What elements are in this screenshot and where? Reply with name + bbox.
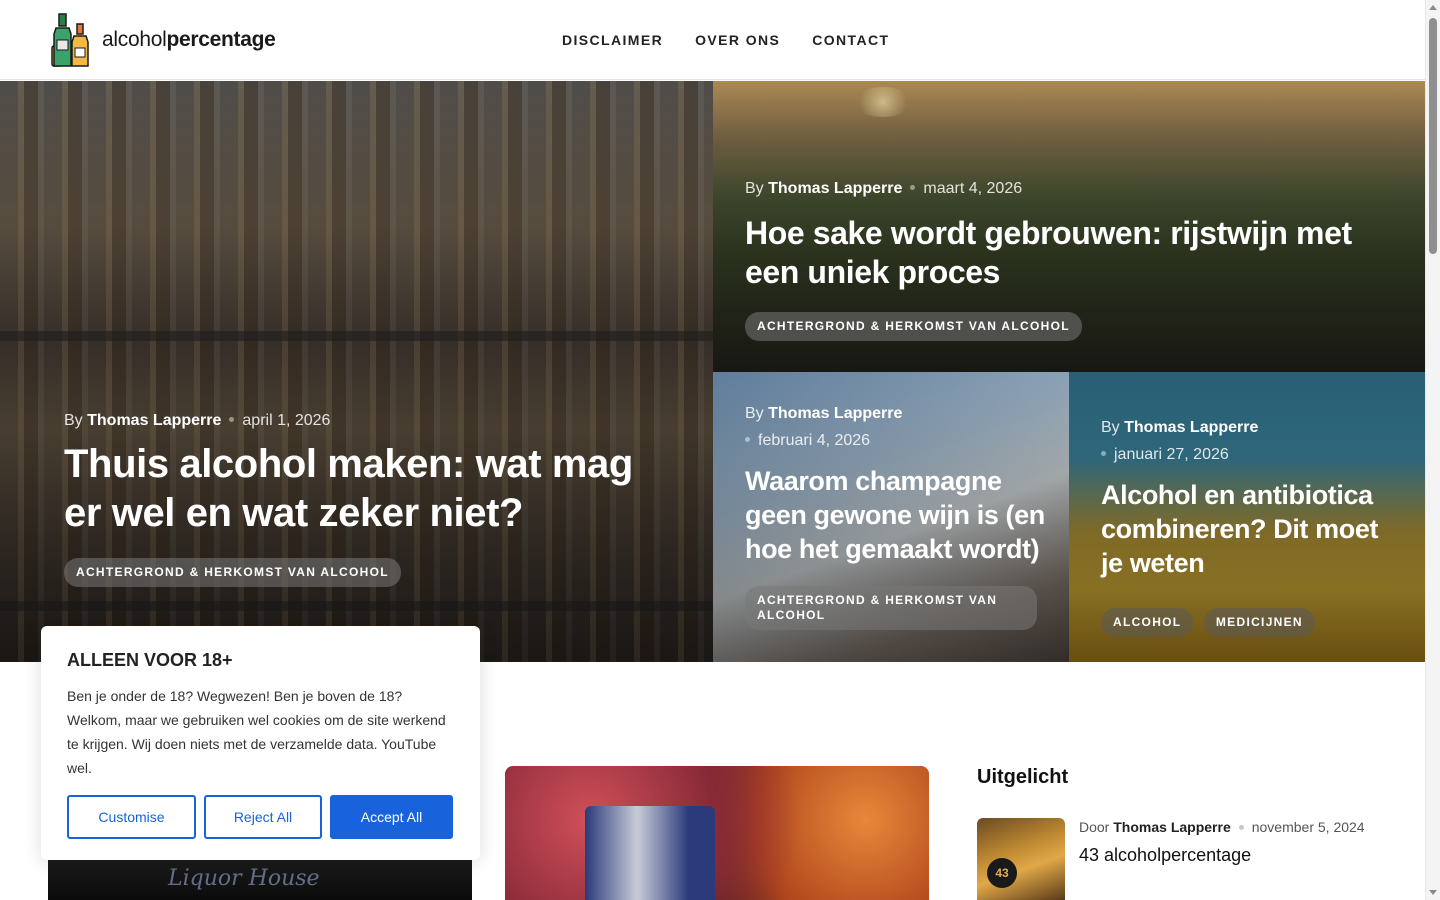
meta-separator xyxy=(910,185,916,190)
site-header: alcoholpercentage DISCLAIMER OVER ONS CO… xyxy=(0,0,1425,80)
meta-separator xyxy=(745,437,750,442)
scrollbar-thumb[interactable] xyxy=(1429,18,1437,254)
post-date: maart 4, 2026 xyxy=(923,180,1023,197)
post-title[interactable]: Alcohol en antibiotica combineren? Dit m… xyxy=(1101,478,1401,580)
post-tag-alcohol[interactable]: ALCOHOL xyxy=(1101,608,1194,637)
post-content: By Thomas Lapperre maart 4, 2026 Hoe sake… xyxy=(745,175,1395,341)
by-label: Door xyxy=(1079,819,1110,835)
featured-meta: Door Thomas Lapperre november 5, 2024 xyxy=(1079,818,1365,836)
post-author[interactable]: Thomas Lapperre xyxy=(768,405,902,422)
featured-post[interactable]: 43 Door Thomas Lapperre november 5, 2024 … xyxy=(977,818,1397,900)
post-date: april 1, 2026 xyxy=(242,412,331,429)
by-label: By xyxy=(1101,419,1120,436)
cookie-text: Ben je onder de 18? Wegwezen! Ben je bov… xyxy=(67,688,446,776)
post-content: By Thomas Lapperre april 1, 2026 Thuis al… xyxy=(64,407,664,587)
reject-all-button[interactable]: Reject All xyxy=(204,795,322,839)
bottles-logo-icon xyxy=(48,12,92,68)
post-tag[interactable]: ACHTERGROND & HERKOMST VAN ALCOHOL xyxy=(745,312,1082,341)
featured-title[interactable]: 43 alcoholpercentage xyxy=(1079,845,1251,866)
post-content: By Thomas Lapperre januari 27, 2026 Alcoh… xyxy=(1101,414,1401,637)
scroll-up-arrow-icon[interactable] xyxy=(1429,5,1437,10)
meta-separator xyxy=(1101,451,1106,456)
hero-grid: By Thomas Lapperre april 1, 2026 Thuis al… xyxy=(0,81,1425,662)
post-author[interactable]: Thomas Lapperre xyxy=(1124,419,1258,436)
accept-all-button[interactable]: Accept All xyxy=(330,795,453,839)
featured-thumbnail[interactable]: 43 xyxy=(977,818,1065,900)
featured-author[interactable]: Thomas Lapperre xyxy=(1113,819,1230,835)
hero-post-card-4[interactable]: By Thomas Lapperre januari 27, 2026 Alcoh… xyxy=(1069,372,1425,662)
neon-sign-text: Liquor House xyxy=(168,866,320,891)
post-meta: By Thomas Lapperre januari 27, 2026 xyxy=(1101,414,1401,468)
post-tag-medicijnen[interactable]: MEDICIJNEN xyxy=(1203,608,1315,637)
by-label: By xyxy=(64,412,83,429)
post-author[interactable]: Thomas Lapperre xyxy=(768,180,902,197)
post-meta: By Thomas Lapperre april 1, 2026 xyxy=(64,407,664,434)
page-scrollbar[interactable] xyxy=(1425,0,1440,900)
post-thumbnail[interactable]: Liquor House xyxy=(48,860,472,900)
meta-separator xyxy=(1238,825,1244,830)
by-label: By xyxy=(745,405,764,422)
post-meta: By Thomas Lapperre februari 4, 2026 xyxy=(745,400,1045,454)
by-label: By xyxy=(745,180,764,197)
cookie-consent-dialog: ALLEEN VOOR 18+ Ben je onder de 18? Wegw… xyxy=(41,626,480,860)
energy-drink-can-image xyxy=(585,806,715,900)
site-logo[interactable]: alcoholpercentage xyxy=(48,12,276,68)
hero-post-card-1[interactable]: By Thomas Lapperre april 1, 2026 Thuis al… xyxy=(0,81,713,662)
meta-separator xyxy=(229,417,235,422)
hero-post-card-2[interactable]: By Thomas Lapperre maart 4, 2026 Hoe sake… xyxy=(713,81,1425,372)
post-tag[interactable]: ACHTERGROND & HERKOMST VAN ALCOHOL xyxy=(64,558,401,587)
post-title[interactable]: Thuis alcohol maken: wat mag er wel en w… xyxy=(64,440,664,538)
post-content: By Thomas Lapperre februari 4, 2026 Waaro… xyxy=(745,400,1045,630)
featured-date: november 5, 2024 xyxy=(1251,819,1365,835)
bottle-label: 43 xyxy=(987,858,1017,888)
post-author[interactable]: Thomas Lapperre xyxy=(87,412,221,429)
customise-button[interactable]: Customise xyxy=(67,795,196,839)
cookie-title: ALLEEN VOOR 18+ xyxy=(67,650,233,670)
post-title[interactable]: Hoe sake wordt gebrouwen: rijstwijn met … xyxy=(745,214,1395,292)
hero-post-card-3[interactable]: By Thomas Lapperre februari 4, 2026 Waaro… xyxy=(713,372,1069,662)
post-meta: By Thomas Lapperre maart 4, 2026 xyxy=(745,175,1395,202)
main-nav: DISCLAIMER OVER ONS CONTACT xyxy=(562,0,889,80)
site-logo-text: alcoholpercentage xyxy=(102,28,276,51)
nav-over-ons[interactable]: OVER ONS xyxy=(695,32,780,48)
post-title[interactable]: Waarom champagne geen gewone wijn is (en… xyxy=(745,464,1045,566)
nav-contact[interactable]: CONTACT xyxy=(812,32,889,48)
featured-heading: Uitgelicht xyxy=(977,766,1069,788)
post-tag[interactable]: ACHTERGROND & HERKOMST VAN ALCOHOL xyxy=(745,586,1037,630)
scroll-down-arrow-icon[interactable] xyxy=(1429,890,1437,895)
nav-disclaimer[interactable]: DISCLAIMER xyxy=(562,32,663,48)
post-date: februari 4, 2026 xyxy=(758,432,871,449)
post-date: januari 27, 2026 xyxy=(1114,446,1229,463)
post-thumbnail[interactable] xyxy=(505,766,929,900)
